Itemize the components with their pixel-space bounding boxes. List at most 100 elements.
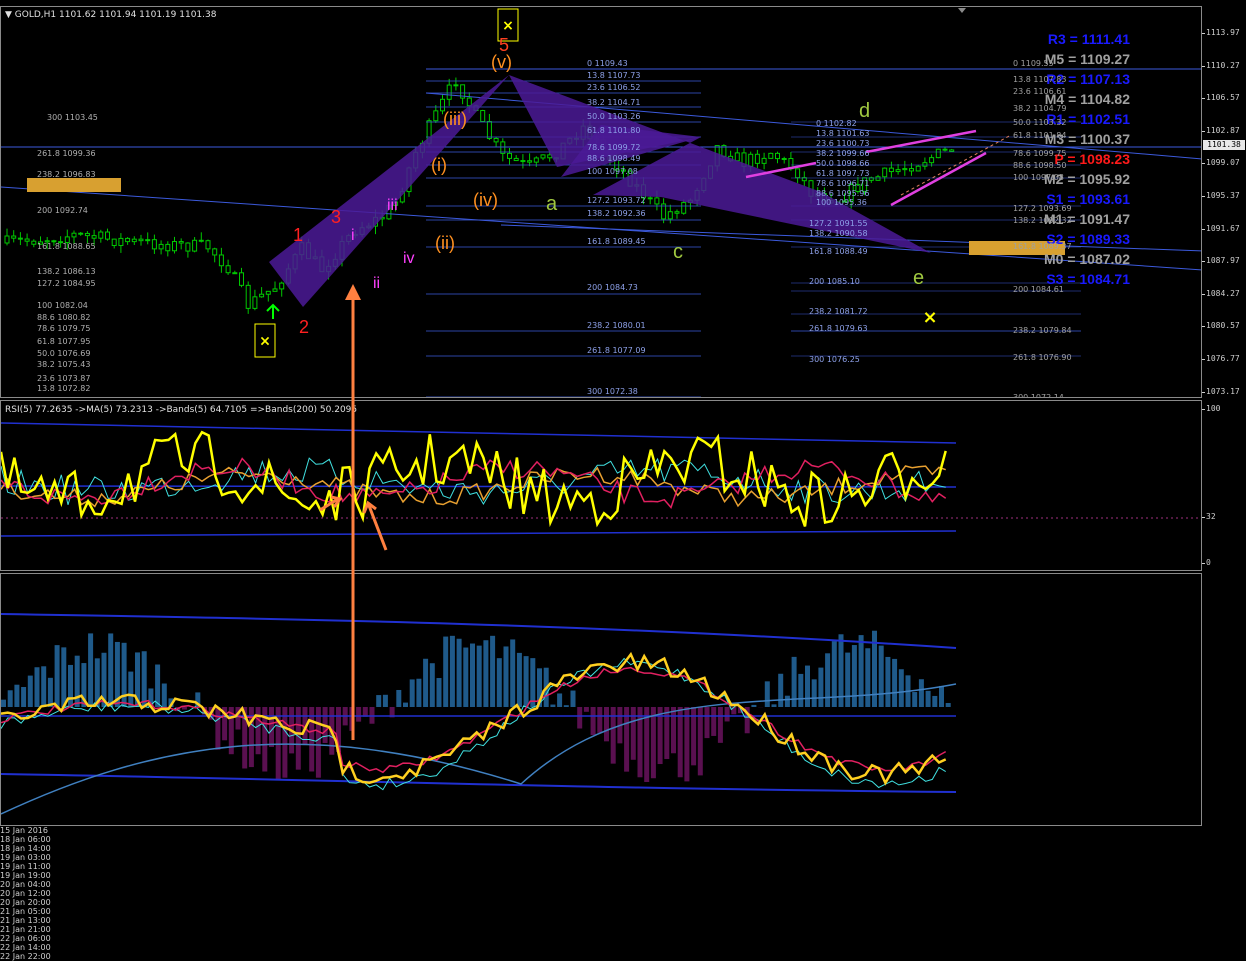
price-axis-tick: 1113.97	[1206, 28, 1240, 37]
wave-label-abcde: d	[859, 100, 870, 123]
candle-bear	[18, 238, 22, 239]
histogram-bar-positive	[376, 695, 381, 707]
candle-bull	[534, 158, 538, 162]
price-axis-tick: 1073.17	[1206, 387, 1240, 396]
histogram-bar-positive	[564, 705, 569, 707]
fib-label-right: 127.2 1093.69	[1013, 204, 1072, 213]
fib-label-right: 0 1109.55	[1013, 59, 1054, 68]
candle-bull	[769, 153, 773, 158]
candle-bear	[467, 98, 471, 106]
price-axis-tick: 1091.67	[1206, 224, 1240, 233]
fib-label-right: 161.8 1089.37	[1013, 242, 1072, 251]
rsi-axis[interactable]: 100320	[1202, 400, 1246, 571]
candle-bull	[119, 238, 123, 245]
price-chart-panel[interactable]: ××× ▼ GOLD,H1 1101.62 1101.94 1101.19 11…	[0, 6, 1202, 398]
time-axis-label: 22 Jan 14:00	[0, 943, 1202, 952]
histogram-bar-positive	[865, 648, 870, 707]
histogram-bar-negative	[664, 707, 669, 759]
histogram-bar-positive	[423, 659, 428, 707]
fib-label-mid: 38.2 1104.71	[587, 98, 640, 107]
wave-label-minor: (v)	[491, 52, 512, 73]
histogram-bar-positive	[818, 668, 823, 707]
dropdown-triangle-icon[interactable]: ▼	[5, 10, 15, 20]
price-axis[interactable]: 1113.971110.271106.571102.871099.071095.…	[1202, 6, 1246, 398]
rsi-axis-tick: 32	[1206, 512, 1216, 521]
fib-label-right: 38.2 1104.79	[1013, 104, 1066, 113]
candle-bull	[159, 244, 163, 248]
candle-bear	[521, 161, 525, 162]
rsi-panel[interactable]: RSI(5) 77.2635 ->MA(5) 73.2313 ->Bands(5…	[0, 400, 1202, 571]
fib-label-left: 13.8 1072.82	[37, 384, 90, 393]
fib-label-right: 200 1084.61	[1013, 285, 1064, 294]
wave-label-minor: (i)	[431, 155, 447, 176]
x-marker-icon: ×	[259, 334, 271, 350]
time-axis-label: 18 Jan 06:00	[0, 835, 1202, 844]
histogram-panel[interactable]	[0, 573, 1202, 826]
wave-label-impulse: 3	[331, 207, 341, 228]
histogram-bar-positive	[926, 691, 931, 707]
fib-label-right: 88.6 1098.50	[1013, 161, 1066, 170]
wave-label-sub: ii	[373, 275, 380, 293]
candle-bull	[916, 166, 920, 171]
histogram-bar-negative	[591, 707, 596, 735]
candle-bull	[762, 158, 766, 163]
candle-bull	[132, 239, 136, 241]
fib-label-mid2: 23.6 1100.73	[816, 139, 869, 148]
candle-bear	[32, 241, 36, 244]
price-axis-tick: 1095.37	[1206, 191, 1240, 200]
histogram-bar-positive	[483, 640, 488, 707]
fib-label-mid: 200 1084.73	[587, 283, 638, 292]
histogram-bar-positive	[41, 666, 46, 707]
gold-zone-left	[27, 178, 121, 192]
fib-label-mid: 23.6 1106.52	[587, 83, 640, 92]
wave-label-sub: i	[351, 227, 355, 245]
time-axis-label: 22 Jan 06:00	[0, 934, 1202, 943]
candle-bull	[273, 289, 277, 291]
histogram-bar-positive	[108, 633, 113, 707]
candle-bear	[514, 158, 518, 160]
rsi-canvas[interactable]	[1, 401, 1202, 571]
candle-bear	[206, 241, 210, 249]
histogram-bar-positive	[919, 679, 924, 707]
candle-bull	[923, 163, 927, 167]
fib-label-mid: 61.8 1101.80	[587, 126, 640, 135]
candle-bear	[755, 154, 759, 163]
histogram-bar-positive	[772, 704, 777, 707]
candle-bear	[233, 273, 237, 274]
candle-bull	[541, 155, 545, 158]
histogram-bar-positive	[765, 681, 770, 707]
wedge-lower-line	[891, 153, 986, 205]
candle-bull	[434, 111, 438, 121]
wave-label-sub: iii	[387, 197, 398, 215]
histogram-bar-positive	[410, 679, 415, 707]
candle-bear	[166, 244, 170, 250]
candle-bull	[896, 170, 900, 172]
histogram-bar-positive	[892, 659, 897, 707]
fib-label-left: 50.0 1076.69	[37, 349, 90, 358]
candle-bear	[528, 161, 532, 162]
candle-bear	[494, 138, 498, 141]
fib-label-mid2: 100 1095.36	[816, 198, 867, 207]
candle-bear	[79, 233, 83, 234]
candle-bull	[260, 294, 264, 297]
candle-bear	[25, 239, 29, 241]
histogram-bar-negative	[731, 707, 736, 714]
candle-bull	[280, 283, 284, 289]
histogram-bar-positive	[155, 665, 160, 707]
fib-label-right: 138.2 1092.32	[1013, 216, 1072, 225]
x-marker-icon: ×	[502, 18, 514, 34]
fib-label-mid2: 127.2 1091.55	[809, 219, 868, 228]
histogram-bar-negative	[705, 707, 710, 738]
fib-label-mid: 78.6 1099.72	[587, 143, 640, 152]
time-axis-label: 20 Jan 04:00	[0, 880, 1202, 889]
candle-bear	[219, 255, 223, 266]
time-axis[interactable]: 15 Jan 201618 Jan 06:0018 Jan 14:0019 Ja…	[0, 826, 1202, 841]
histogram-canvas[interactable]	[1, 574, 1202, 826]
fib-label-mid: 161.8 1089.45	[587, 237, 646, 246]
candle-bull	[99, 232, 103, 238]
candle-bull	[668, 212, 672, 219]
candle-bear	[675, 212, 679, 214]
histogram-bar-positive	[128, 672, 133, 707]
candle-bull	[930, 158, 934, 163]
fib-label-mid2: 13.8 1101.63	[816, 129, 869, 138]
